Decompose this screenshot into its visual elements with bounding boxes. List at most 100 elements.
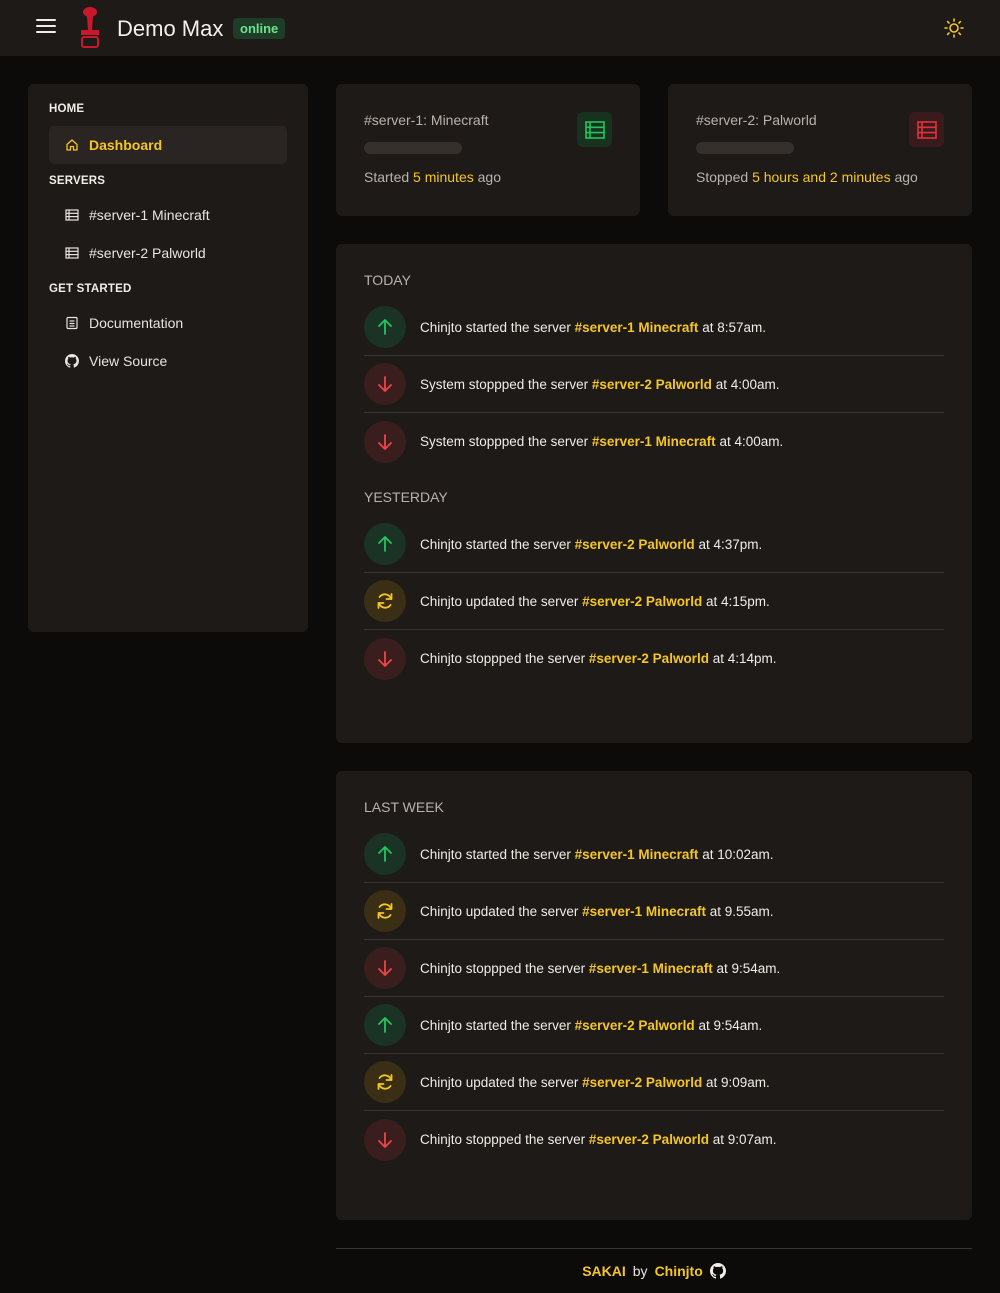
arrow-up-icon (364, 306, 406, 348)
footer-by-text: by (632, 1263, 648, 1279)
arrow-down-icon (364, 1118, 406, 1161)
activity-text: Chinjto started the server #server-2 Pal… (420, 1018, 762, 1033)
activity-server-link[interactable]: #server-1 Minecraft (575, 320, 699, 335)
activity-action: System stoppped the server (420, 434, 589, 449)
activity-item: Chinjto updated the server #server-1 Min… (364, 883, 944, 940)
footer-brand-link[interactable]: SAKAI (582, 1263, 626, 1279)
server-name: #server-1: Minecraft (364, 112, 489, 128)
activity-server-link[interactable]: #server-2 Palworld (575, 1018, 695, 1033)
server-progress-placeholder (364, 142, 462, 154)
activity-time: at 9:54am. (698, 1017, 763, 1033)
activity-server-link[interactable]: #server-1 Minecraft (592, 434, 716, 449)
activity-item: Chinjto started the server #server-1 Min… (364, 299, 944, 356)
activity-time: at 9:07am. (712, 1132, 777, 1147)
sidebar-item-dashboard[interactable]: Dashboard (49, 126, 287, 164)
activity-text: System stoppped the server #server-1 Min… (420, 434, 783, 449)
server-uptime-text: Started 5 minutes ago (364, 169, 612, 185)
server-duration: 5 hours and 2 minutes (752, 169, 891, 185)
activity-action: Chinjto updated the server (420, 903, 579, 919)
activity-server-link[interactable]: #server-2 Palworld (575, 537, 695, 552)
activity-item: System stoppped the server #server-2 Pal… (364, 356, 944, 413)
activity-item: Chinjto started the server #server-2 Pal… (364, 997, 944, 1054)
sidebar-item-view-source[interactable]: View Source (49, 342, 287, 380)
book-icon (65, 316, 79, 330)
menu-icon[interactable] (36, 19, 56, 37)
activity-server-link[interactable]: #server-2 Palworld (592, 377, 712, 392)
activity-group-label: TODAY (364, 272, 411, 288)
github-icon (65, 354, 79, 368)
refresh-icon (364, 580, 406, 622)
activity-text: Chinjto updated the server #server-2 Pal… (420, 594, 770, 609)
sidebar-item-server-2-palworld[interactable]: #server-2 Palworld (49, 234, 287, 272)
activity-text: Chinjto updated the server #server-2 Pal… (420, 1075, 770, 1090)
footer: SAKAI by Chinjto (336, 1248, 972, 1293)
refresh-icon (364, 1061, 406, 1103)
arrow-down-icon (364, 363, 406, 405)
sun-icon[interactable] (943, 17, 965, 39)
top-bar: Demo Max online (0, 0, 1000, 56)
arrow-up-icon (364, 833, 406, 875)
sidebar-item-label: Dashboard (89, 137, 163, 153)
activity-time: at 8:57am. (702, 319, 766, 335)
server-duration: 5 minutes (413, 169, 474, 185)
footer-author-link[interactable]: Chinjto (655, 1263, 703, 1279)
activity-action: Chinjto started the server (420, 1017, 571, 1033)
sidebar-section-title: SERVERS (49, 175, 106, 187)
sidebar-item-label: #server-1 Minecraft (89, 207, 210, 223)
sidebar-item-label: #server-2 Palworld (89, 245, 206, 261)
activity-text: Chinjto started the server #server-1 Min… (420, 320, 766, 335)
activity-server-link[interactable]: #server-1 Minecraft (575, 847, 699, 862)
activity-time: at 9.55am. (709, 903, 774, 919)
arrow-down-icon (364, 637, 406, 680)
activity-action: Chinjto updated the server (420, 1074, 579, 1090)
logo-icon (81, 7, 99, 48)
server-list-icon (65, 208, 79, 222)
sidebar: HOME Dashboard SERVERS #server-1 Minecraft #… (28, 84, 308, 632)
activity-time: at 4:00am. (715, 376, 780, 392)
activity-action: Chinjto started the server (420, 319, 571, 335)
activity-time: at 4:14pm. (712, 651, 777, 666)
activity-text: Chinjto stoppped the server #server-2 Pa… (420, 1132, 777, 1147)
activity-text: Chinjto stoppped the server #server-2 Pa… (420, 651, 777, 666)
activity-time: at 10:02am. (702, 846, 774, 862)
activity-group-label: YESTERDAY (364, 489, 448, 505)
server-uptime-text: Stopped 5 hours and 2 minutes ago (696, 169, 944, 185)
activity-item: Chinjto stoppped the server #server-2 Pa… (364, 630, 944, 687)
activity-card-recent: TODAY Chinjto started the server #server-… (336, 244, 972, 743)
activity-action: Chinjto stoppped the server (420, 1132, 586, 1147)
activity-server-link[interactable]: #server-2 Palworld (582, 1075, 702, 1090)
arrow-up-icon (364, 1004, 406, 1046)
activity-time: at 4:37pm. (698, 536, 763, 552)
activity-server-link[interactable]: #server-1 Minecraft (589, 961, 713, 976)
sidebar-item-label: Documentation (89, 315, 184, 331)
server-name: #server-2: Palworld (696, 112, 817, 128)
server-status-card[interactable]: #server-2: Palworld Stopped 5 hours and 2… (668, 84, 972, 216)
activity-server-link[interactable]: #server-2 Palworld (582, 594, 702, 609)
activity-server-link[interactable]: #server-2 Palworld (589, 651, 709, 666)
activity-action: Chinjto stoppped the server (420, 651, 586, 666)
activity-server-link[interactable]: #server-1 Minecraft (582, 904, 706, 919)
app-title: Demo Max (117, 16, 224, 41)
arrow-down-icon (364, 947, 406, 989)
activity-item: Chinjto stoppped the server #server-2 Pa… (364, 1111, 944, 1168)
sidebar-item-documentation[interactable]: Documentation (49, 304, 287, 342)
activity-text: Chinjto updated the server #server-1 Min… (420, 904, 774, 919)
server-list-icon (65, 246, 79, 260)
activity-item: Chinjto started the server #server-2 Pal… (364, 516, 944, 573)
activity-time: at 4:00am. (719, 434, 784, 449)
activity-server-link[interactable]: #server-2 Palworld (589, 1132, 709, 1147)
activity-action: Chinjto stoppped the server (420, 960, 586, 976)
server-status-card[interactable]: #server-1: Minecraft Started 5 minutes ag… (336, 84, 640, 216)
activity-action: Chinjto started the server (420, 846, 571, 862)
github-icon[interactable] (709, 1263, 726, 1279)
server-icon (577, 112, 612, 147)
server-duration-suffix: ago (477, 169, 501, 185)
activity-action: Chinjto started the server (420, 536, 571, 552)
activity-action: System stoppped the server (420, 376, 589, 392)
sidebar-item-server-1-minecraft[interactable]: #server-1 Minecraft (49, 196, 287, 234)
activity-time: at 9:09am. (705, 1074, 770, 1090)
activity-text: System stoppped the server #server-2 Pal… (420, 377, 780, 392)
sidebar-section-title: HOME (49, 103, 85, 115)
server-duration-suffix: ago (894, 169, 918, 185)
sidebar-section-title: GET STARTED (49, 283, 132, 295)
